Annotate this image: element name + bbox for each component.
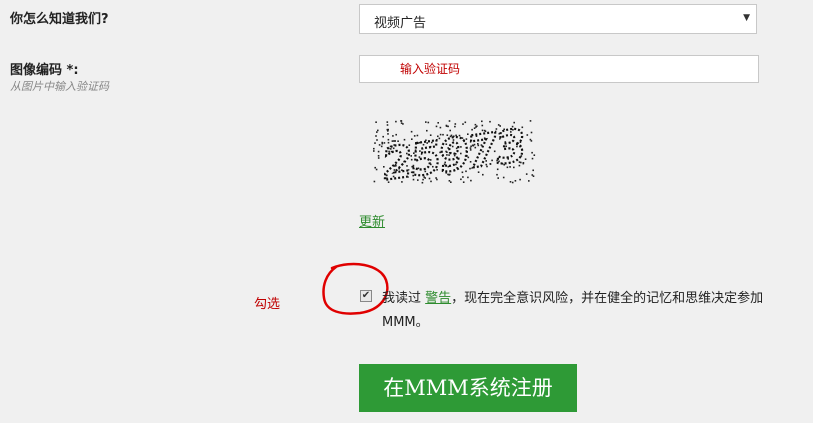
refresh-captcha-link[interactable]: 更新 xyxy=(359,211,385,230)
source-select-value: 视频广告 xyxy=(374,16,427,31)
agreement-text: 我读过 警告，现在完全意识风险，并在健全的记忆和思维决定参加MMM。 xyxy=(382,287,782,335)
check-annotation: 勾选 xyxy=(254,297,281,312)
register-button[interactable]: 在MMM系统注册 xyxy=(359,364,577,412)
source-label: 你怎么知道我们? xyxy=(10,12,109,27)
source-select[interactable]: 视频广告 ▼ xyxy=(359,4,757,34)
captcha-label: 图像编码 *: xyxy=(10,63,79,78)
warning-link[interactable]: 警告 xyxy=(425,291,451,306)
captcha-hint: 从图片中输入验证码 xyxy=(10,80,109,93)
captcha-input-annotation: 输入验证码 xyxy=(400,62,461,76)
agreement-prefix: 我读过 xyxy=(382,291,422,306)
chevron-down-icon: ▼ xyxy=(743,13,750,23)
agree-checkbox[interactable]: ✔ xyxy=(360,290,372,302)
captcha-input[interactable]: 输入验证码 xyxy=(359,55,759,83)
red-circle-annotation xyxy=(322,262,389,315)
captcha-digits: 25973 xyxy=(379,120,528,190)
captcha-image: 25973 xyxy=(373,110,543,192)
